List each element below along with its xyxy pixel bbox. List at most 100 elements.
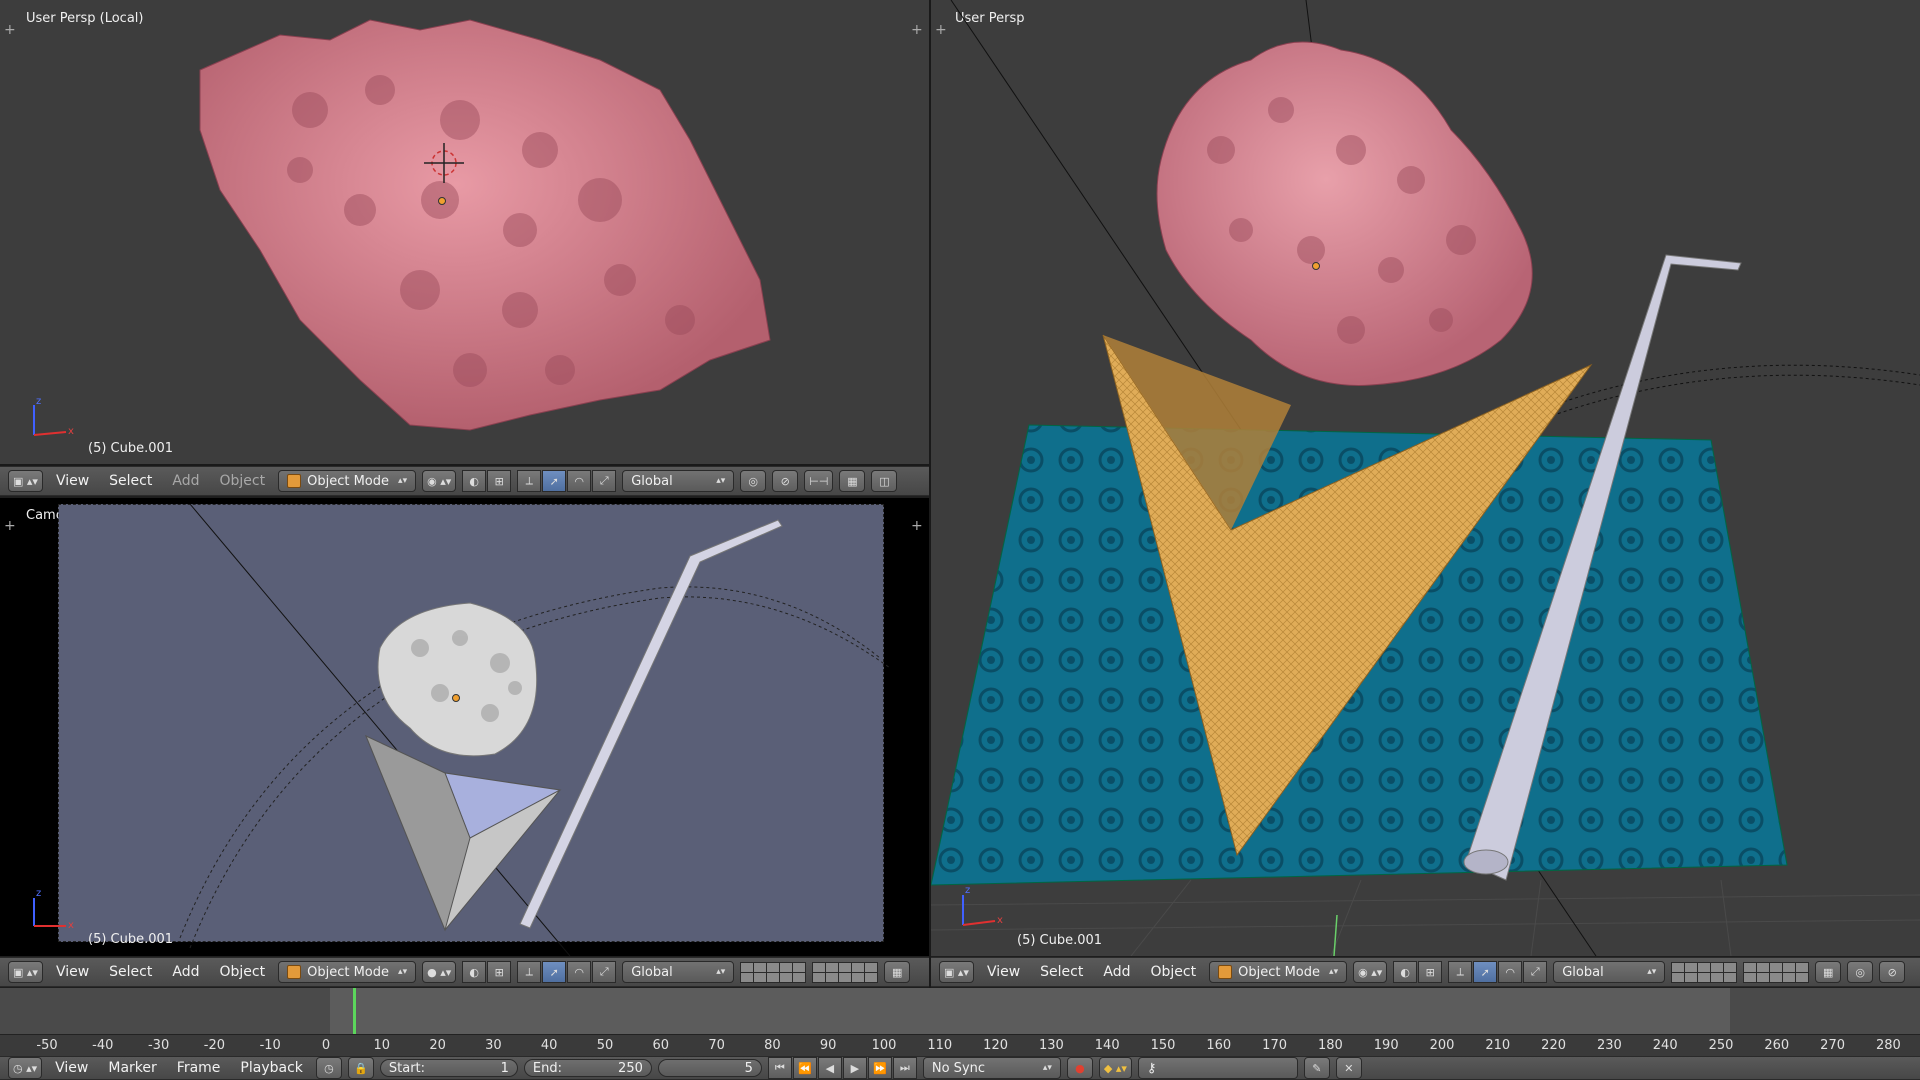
menu-object[interactable]: Object [212,964,272,980]
menu-add[interactable]: Add [165,964,206,980]
ruler-tick-label: -30 [147,1038,170,1053]
mode-dropdown[interactable]: Object Mode ▴▾ [278,470,417,492]
rock-object[interactable]: z x [0,0,929,464]
layers-grid[interactable] [1743,961,1810,983]
axis-gizmo-icon: z x [962,885,1003,926]
menu-select[interactable]: Select [102,473,159,489]
keying-set-dropdown[interactable]: ⚷ [1137,1057,1298,1079]
menu-select[interactable]: Select [102,964,159,980]
rotate-icon[interactable]: ◠ [1498,961,1523,983]
scale-icon[interactable]: ⤢ [1523,961,1548,983]
menu-view[interactable]: View [48,1060,95,1076]
menu-view[interactable]: View [980,964,1027,980]
orientation-dropdown[interactable]: Global ▴▾ [1553,961,1666,983]
vertical-separator[interactable] [929,0,931,988]
right-scene[interactable]: z x [931,0,1920,956]
pivot-icon[interactable]: ◐ [1393,961,1418,983]
menu-frame[interactable]: Frame [170,1060,228,1076]
menu-object[interactable]: Object [1143,964,1203,980]
ruler-tick-label: 20 [429,1038,446,1053]
rotate-icon[interactable]: ◠ [567,470,592,492]
snap-icon[interactable]: ⊞ [1418,961,1443,983]
snap-element-icon[interactable]: ⊢⊣ [804,470,834,492]
next-keyframe-icon[interactable]: ⏩ [867,1057,892,1079]
ruler-tick-label: 0 [321,1038,331,1053]
snap-icon[interactable]: ⊞ [487,961,512,983]
insert-key-icon[interactable]: ✎ [1303,1057,1330,1079]
pivot-icon[interactable]: ◐ [462,961,487,983]
layers-grid[interactable] [812,961,879,983]
translate-icon[interactable]: ➚ [542,961,567,983]
layers-grid[interactable] [1671,961,1738,983]
render-icon[interactable]: ▦ [839,470,866,492]
menu-add[interactable]: Add [1096,964,1137,980]
rock-small-object [377,602,538,757]
viewport-right[interactable]: User Persp + z x (5) Cube.001 [931,0,1920,956]
ruler-tick-label: 240 [1652,1038,1678,1053]
camera-scene[interactable]: z x [0,498,929,956]
jump-start-icon[interactable]: ⏮ [767,1057,792,1079]
record-icon[interactable]: ● [1066,1057,1093,1079]
editor-type-button[interactable]: ▣ ▴▾ [939,961,974,983]
mode-dropdown[interactable]: Object Mode ▴▾ [1209,961,1348,983]
editor-type-button[interactable]: ◷ ▴▾ [8,1057,43,1079]
editor-type-button[interactable]: ▣ ▴▾ [8,470,43,492]
prev-keyframe-icon[interactable]: ⏪ [792,1057,817,1079]
shading-dropdown[interactable]: ◉ ▴▾ [1353,961,1388,983]
horizontal-separator[interactable] [0,464,929,466]
ruler-tick-label: 270 [1820,1038,1846,1053]
proportional-edit-icon[interactable]: ◎ [740,470,767,492]
manipulator-icon[interactable]: ⟂ [517,470,542,492]
manipulator-icon[interactable]: ⟂ [1448,961,1473,983]
scale-icon[interactable]: ⤢ [592,961,617,983]
render-icon[interactable]: ▦ [884,961,911,983]
lock-icon[interactable]: 🔒 [347,1057,374,1079]
shading-dropdown[interactable]: ◉ ▴▾ [422,470,457,492]
timeline-area[interactable] [0,988,1920,1036]
menu-view[interactable]: View [49,473,96,489]
end-frame-field[interactable]: End: 250 [523,1059,652,1077]
translate-icon[interactable]: ➚ [1473,961,1498,983]
snap-toggle-icon[interactable]: ⊘ [772,470,799,492]
camera-icon[interactable]: ◫ [871,470,898,492]
translate-icon[interactable]: ➚ [542,470,567,492]
ruler-tick-label: -10 [259,1038,281,1053]
ruler-tick-label: 10 [373,1038,391,1053]
frame-ruler[interactable]: -50 -40 -30 -20 -10 0 10 20 30 40 50 60 70 80 90 100 110… [0,1034,1920,1057]
orientation-dropdown[interactable]: Global ▴▾ [622,961,735,983]
menu-add[interactable]: Add [165,473,206,489]
shading-dropdown[interactable]: ● ▴▾ [422,961,457,983]
editor-type-button[interactable]: ▣ ▴▾ [8,961,43,983]
pivot-icon[interactable]: ◐ [462,470,487,492]
viewport-top-left[interactable]: User Persp (Local) + + z x (5) Cube.001 [0,0,929,464]
proportional-edit-icon[interactable]: ◎ [1847,961,1874,983]
keyframe-icon[interactable]: ◆ ▴▾ [1098,1057,1132,1079]
snap-toggle-icon[interactable]: ⊘ [1879,961,1906,983]
sync-dropdown[interactable]: No Sync ▴▾ [922,1057,1061,1079]
menu-marker[interactable]: Marker [101,1060,163,1076]
playhead[interactable] [352,988,356,1036]
orientation-dropdown[interactable]: Global ▴▾ [622,470,735,492]
pivot-group: ◐ ⊞ [1393,961,1443,983]
menu-select[interactable]: Select [1033,964,1090,980]
play-icon[interactable]: ▶ [842,1057,867,1079]
jump-end-icon[interactable]: ⏭ [892,1057,917,1079]
mode-dropdown[interactable]: Object Mode ▴▾ [278,961,417,983]
current-frame-field[interactable]: 5 [657,1059,762,1077]
start-frame-field[interactable]: Start: 1 [379,1059,518,1077]
menu-playback[interactable]: Playback [233,1060,309,1076]
menu-view[interactable]: View [49,964,96,980]
play-reverse-icon[interactable]: ◀ [817,1057,842,1079]
menu-object[interactable]: Object [212,473,272,489]
preview-range-icon[interactable]: ◷ [315,1057,342,1079]
manipulator-group: ⟂ ➚ ◠ ⤢ [1448,961,1548,983]
manipulator-icon[interactable]: ⟂ [517,961,542,983]
rotate-icon[interactable]: ◠ [567,961,592,983]
scale-icon[interactable]: ⤢ [592,470,617,492]
layers-grid[interactable] [740,961,807,983]
render-icon[interactable]: ▦ [1815,961,1842,983]
viewport-bottom-left[interactable]: Camera Persp + + z x (5) Cube.001 [0,498,929,956]
snap-icon[interactable]: ⊞ [487,470,512,492]
timeline-out-of-range [0,988,330,1036]
delete-key-icon[interactable]: ✕ [1335,1057,1362,1079]
